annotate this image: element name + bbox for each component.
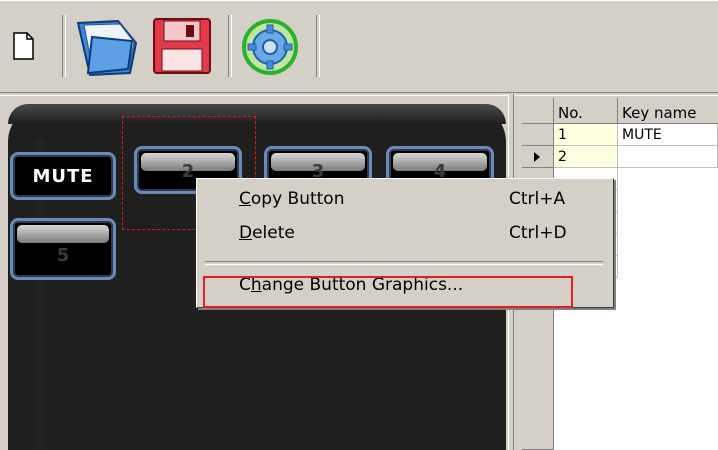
toolbar [0,0,718,93]
settings-button[interactable] [238,15,304,77]
key-label: MUTE [32,166,94,187]
menu-item-label: Delete [239,223,295,243]
menu-item-copy-button[interactable]: Copy Button Ctrl+A [199,185,609,215]
table-cell-no[interactable]: 2 [554,146,618,168]
device-key-5[interactable]: 5 [10,218,116,280]
floppy-disk-icon [153,18,211,74]
column-header-key-name[interactable]: Key name [618,98,718,124]
open-folder-icon [76,19,138,77]
menu-item-label: Copy Button [239,189,345,209]
row-indicator [522,300,554,450]
column-header-no[interactable]: No. [554,98,618,124]
row-indicator[interactable] [522,124,554,146]
table-cell-key-name[interactable]: MUTE [618,124,718,146]
menu-separator [205,261,603,265]
current-row-arrow-icon [534,152,540,162]
table-cell-no[interactable]: 1 [554,124,618,146]
annotation-highlight-box [203,276,573,308]
device-panel-top [8,104,506,124]
open-button[interactable] [70,15,146,77]
key-label: 5 [56,245,70,266]
gear-icon [242,19,298,75]
menu-item-delete[interactable]: Delete Ctrl+D [199,219,609,249]
context-menu: Copy Button Ctrl+A Delete Ctrl+D Change … [196,178,614,308]
row-indicator[interactable] [522,146,554,168]
table-corner [522,98,554,124]
toolbar-divider [0,92,718,96]
new-document-icon [13,32,34,60]
menu-item-shortcut: Ctrl+D [509,223,567,243]
menu-item-shortcut: Ctrl+A [509,189,566,209]
new-button[interactable] [6,15,40,77]
save-button[interactable] [150,15,216,77]
table-cell-key-name[interactable] [618,146,718,168]
device-key-mute[interactable]: MUTE [10,152,116,200]
